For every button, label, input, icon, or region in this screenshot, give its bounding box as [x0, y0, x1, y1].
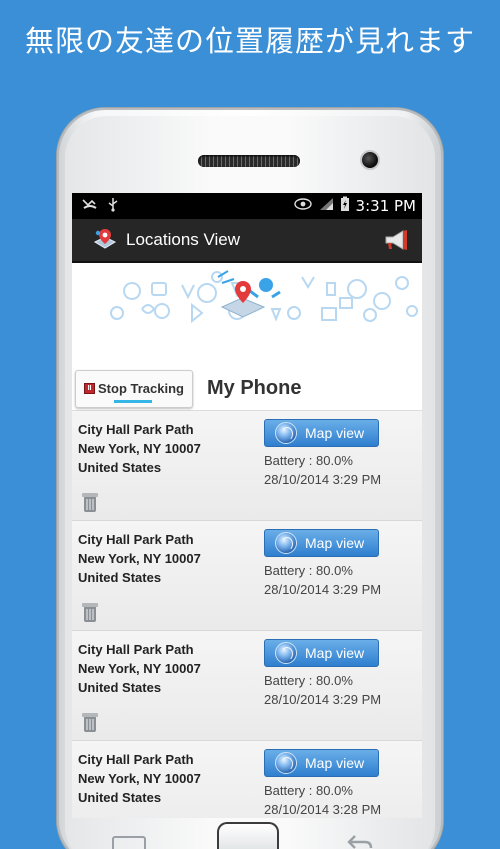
map-view-button[interactable]: Map view: [264, 639, 379, 667]
usb-icon: [108, 197, 118, 216]
map-view-label: Map view: [305, 755, 365, 771]
earpiece-speaker: [198, 155, 300, 167]
list-item: City Hall Park Path New York, NY 10007 U…: [72, 741, 422, 818]
address-street: City Hall Park Path: [78, 752, 194, 767]
map-icons-banner: [72, 263, 422, 367]
stop-tracking-button[interactable]: II Stop Tracking: [75, 369, 193, 408]
battery-text: Battery : 80.0%: [264, 673, 353, 688]
address: City Hall Park Path New York, NY 10007 U…: [78, 420, 201, 477]
timestamp: 28/10/2014 3:29 PM: [264, 582, 382, 597]
map-view-button[interactable]: Map view: [264, 749, 379, 777]
map-view-button[interactable]: Map view: [264, 419, 379, 447]
globe-icon: [275, 752, 297, 774]
address-country: United States: [78, 570, 162, 585]
address-city: New York, NY 10007: [78, 441, 201, 456]
timestamp: 28/10/2014 3:29 PM: [264, 692, 382, 707]
phone-screen: 3:31 PM Locations View II Stop Tracking …: [72, 193, 422, 818]
battery-text: Battery : 80.0%: [264, 783, 353, 798]
device-name: My Phone: [207, 377, 302, 399]
app-logo-icon: [92, 227, 118, 253]
phone-nav-bar: [57, 818, 443, 849]
map-view-label: Map view: [305, 645, 365, 661]
front-camera: [360, 150, 380, 170]
recent-apps-icon[interactable]: [112, 836, 146, 849]
page-title: Locations View: [126, 230, 241, 249]
address-city: New York, NY 10007: [78, 551, 201, 566]
action-bar: Locations View: [72, 219, 422, 263]
address-street: City Hall Park Path: [78, 422, 194, 437]
map-view-label: Map view: [305, 535, 365, 551]
address-city: New York, NY 10007: [78, 771, 201, 786]
globe-icon: [275, 422, 297, 444]
list-item: City Hall Park Path New York, NY 10007 U…: [72, 631, 422, 741]
signal-icon: [318, 197, 334, 215]
megaphone-icon[interactable]: [382, 228, 410, 252]
address-country: United States: [78, 790, 162, 805]
stop-tracking-label: Stop Tracking: [98, 381, 184, 396]
headline: 無限の友達の位置履歴が見れます: [24, 24, 475, 58]
trash-icon[interactable]: [80, 601, 100, 623]
address: City Hall Park Path New York, NY 10007 U…: [78, 640, 201, 697]
address-country: United States: [78, 680, 162, 695]
location-list: City Hall Park Path New York, NY 10007 U…: [72, 411, 422, 818]
missed-call-icon: [82, 197, 98, 215]
trash-icon[interactable]: [80, 491, 100, 513]
battery-charging-icon: [340, 196, 350, 216]
phone-frame: 3:31 PM Locations View II Stop Tracking …: [57, 108, 443, 849]
address-city: New York, NY 10007: [78, 661, 201, 676]
back-icon[interactable]: [347, 832, 373, 849]
location-meta: Battery : 80.0% 28/10/2014 3:29 PM: [264, 561, 381, 599]
tab-indicator: [114, 399, 152, 403]
trash-icon[interactable]: [80, 711, 100, 733]
globe-icon: [275, 532, 297, 554]
timestamp: 28/10/2014 3:29 PM: [264, 472, 382, 487]
stop-icon: II: [84, 383, 96, 394]
address-street: City Hall Park Path: [78, 532, 194, 547]
globe-icon: [275, 642, 297, 664]
list-item: City Hall Park Path New York, NY 10007 U…: [72, 521, 422, 631]
status-time: 3:31 PM: [355, 197, 416, 215]
location-meta: Battery : 80.0% 28/10/2014 3:29 PM: [264, 451, 381, 489]
timestamp: 28/10/2014 3:28 PM: [264, 802, 382, 817]
address-country: United States: [78, 460, 162, 475]
map-view-label: Map view: [305, 425, 365, 441]
location-meta: Battery : 80.0% 28/10/2014 3:29 PM: [264, 671, 381, 709]
battery-text: Battery : 80.0%: [264, 563, 353, 578]
address: City Hall Park Path New York, NY 10007 U…: [78, 750, 201, 807]
address: City Hall Park Path New York, NY 10007 U…: [78, 530, 201, 587]
eye-icon: [293, 198, 312, 214]
list-item: City Hall Park Path New York, NY 10007 U…: [72, 411, 422, 521]
battery-text: Battery : 80.0%: [264, 453, 353, 468]
map-view-button[interactable]: Map view: [264, 529, 379, 557]
tracking-bar: II Stop Tracking My Phone: [72, 367, 422, 411]
status-bar: 3:31 PM: [72, 193, 422, 219]
address-street: City Hall Park Path: [78, 642, 194, 657]
home-button[interactable]: [217, 822, 279, 849]
location-meta: Battery : 80.0% 28/10/2014 3:28 PM: [264, 781, 381, 818]
